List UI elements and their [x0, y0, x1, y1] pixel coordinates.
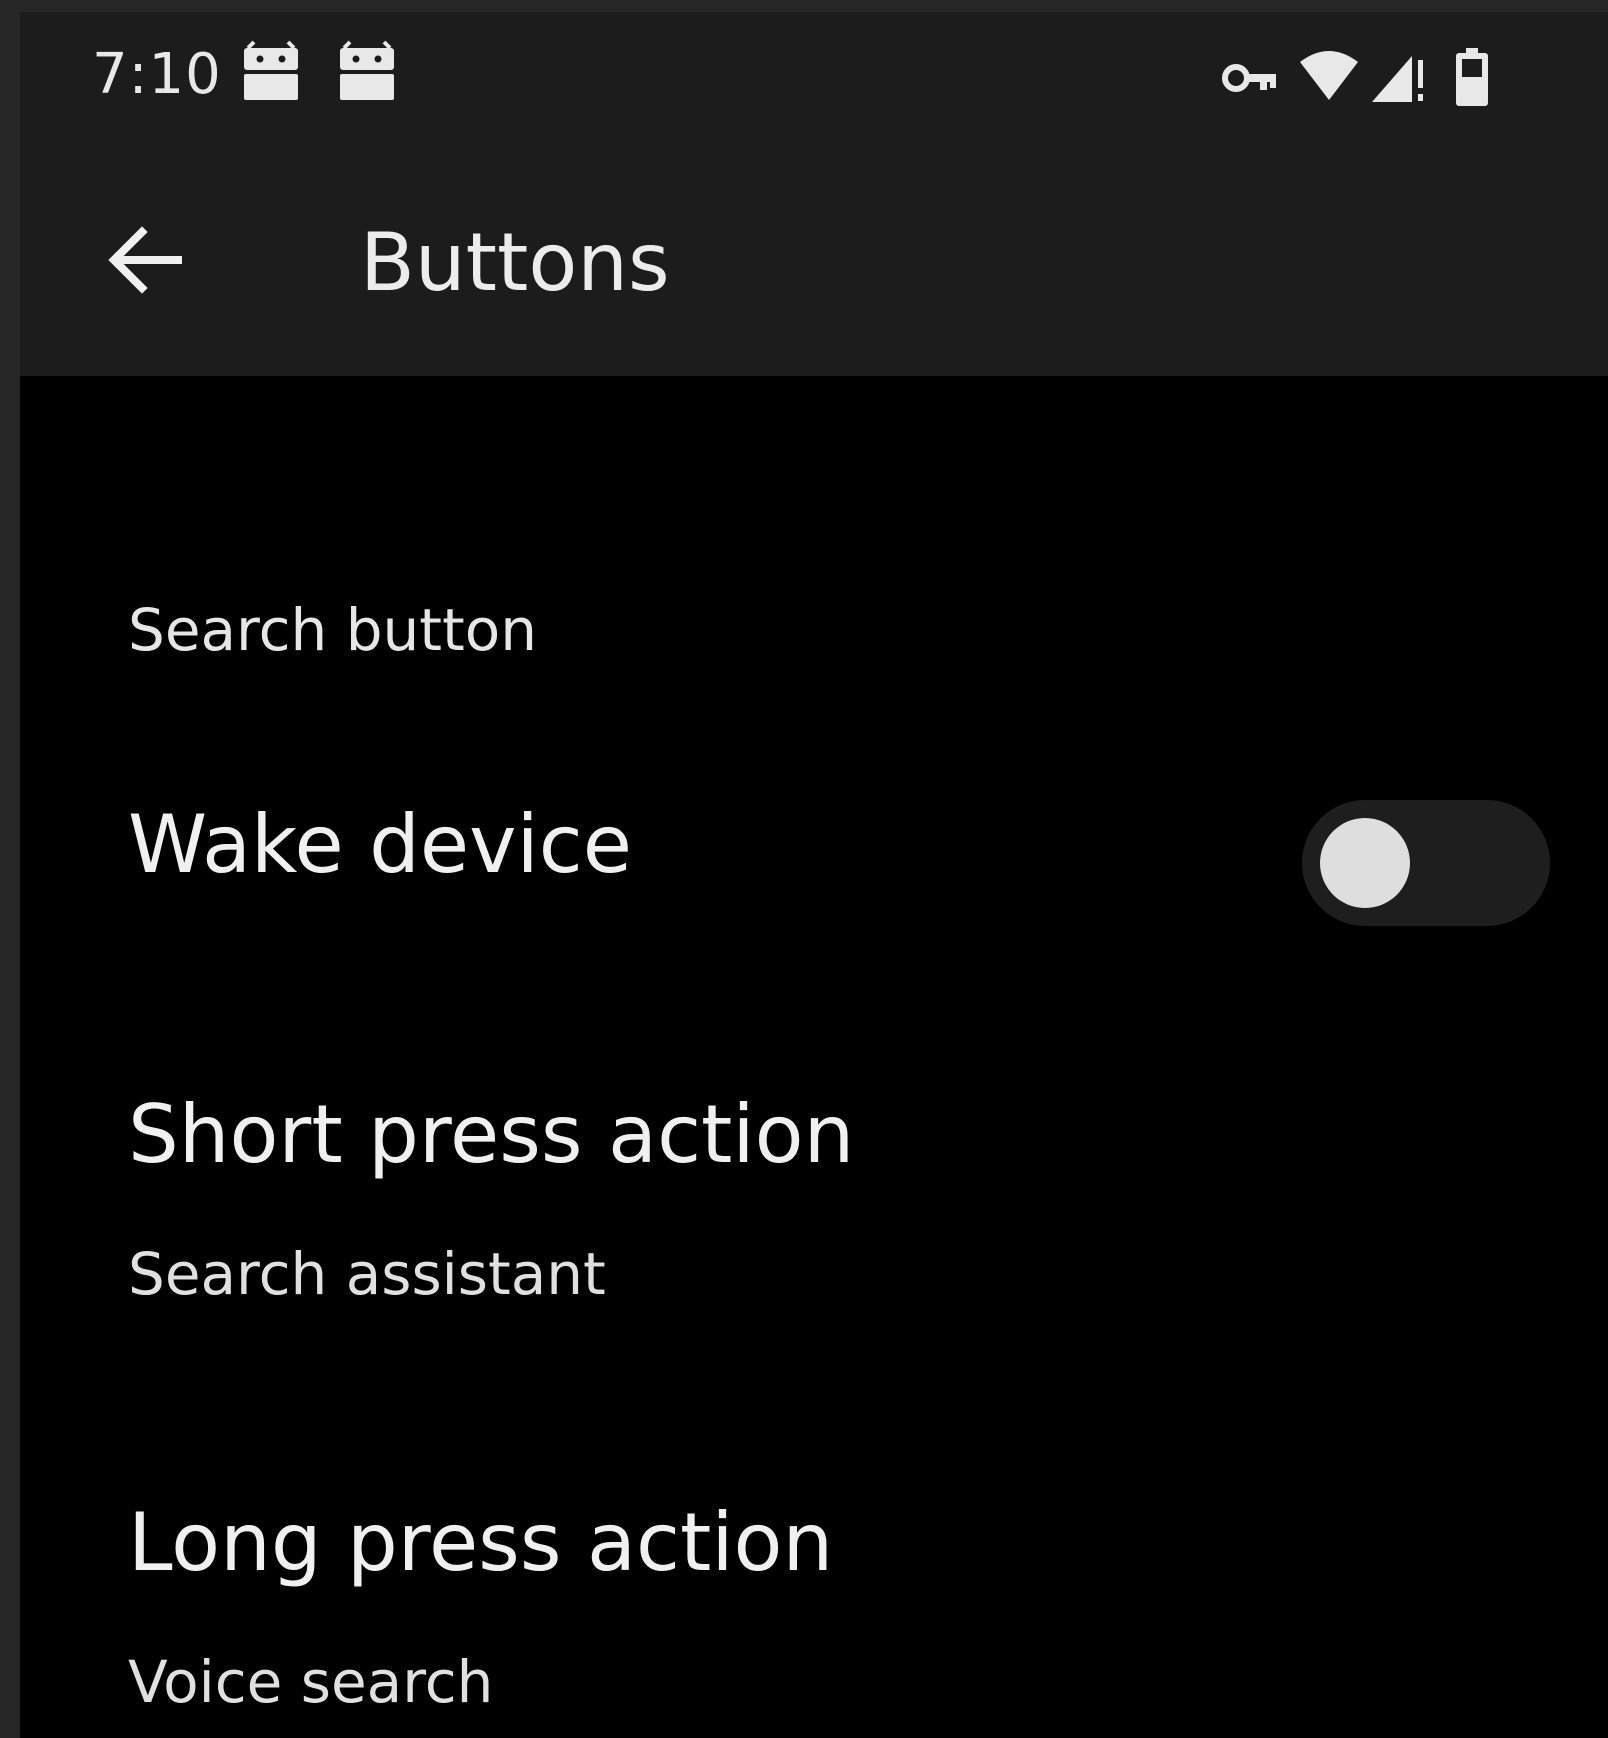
android-icon [340, 40, 394, 100]
short-press-summary: Search assistant [128, 1240, 606, 1308]
long-press-title: Long press action [128, 1496, 834, 1589]
app-bar: Buttons [20, 140, 1608, 376]
page-title: Buttons [360, 216, 670, 309]
cell-signal-icon [1372, 56, 1423, 102]
status-bar: 7:10 [20, 12, 1608, 140]
long-press-summary: Voice search [128, 1648, 494, 1716]
vpn-key-icon [1222, 64, 1276, 92]
screen: 7:10 Buttons Search button Wake device S… [20, 12, 1608, 1738]
back-button[interactable] [94, 210, 194, 310]
short-press-title: Short press action [128, 1088, 855, 1181]
status-time: 7:10 [92, 42, 222, 107]
wifi-icon [1300, 51, 1358, 100]
arrow-back-icon [108, 226, 182, 294]
long-press-action-preference[interactable]: Long press action Voice search [20, 1416, 1608, 1738]
switch-thumb [1320, 818, 1410, 908]
android-icon [244, 40, 298, 100]
wake-device-switch[interactable] [1302, 800, 1550, 926]
battery-icon [1456, 48, 1488, 106]
device-frame: 7:10 Buttons Search button Wake device S… [0, 0, 1608, 1738]
wake-device-title: Wake device [128, 798, 632, 891]
category-header: Search button [128, 596, 538, 664]
short-press-action-preference[interactable]: Short press action Search assistant [20, 1006, 1608, 1386]
